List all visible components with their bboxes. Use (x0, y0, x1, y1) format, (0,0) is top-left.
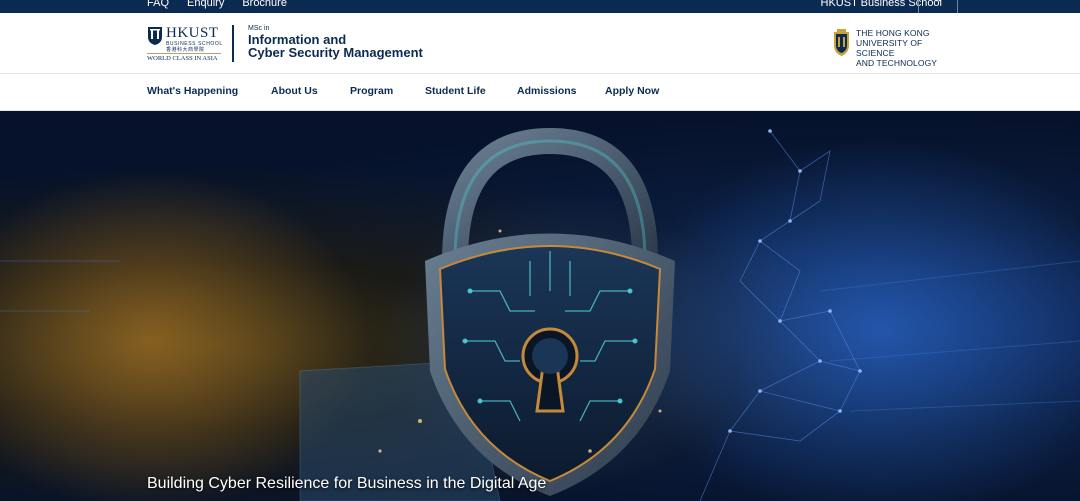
university-line1: THE HONG KONG (856, 28, 930, 38)
hkust-university-logo[interactable]: THE HONG KONG UNIVERSITY OF SCIENCE AND … (833, 28, 963, 68)
header-divider (232, 25, 234, 62)
nav-item-student-life[interactable]: Student Life (425, 85, 486, 97)
university-line3: AND TECHNOLOGY (856, 58, 938, 68)
hkust-business-school-logo[interactable]: HKUST BUSINESS SCHOOL 香港科大商學院 WORLD CLAS… (147, 25, 223, 63)
hero-tagline: Building Cyber Resilience for Business i… (147, 475, 547, 492)
enquiry-link[interactable]: Enquiry (187, 0, 224, 9)
logo-tagline: WORLD CLASS IN ASIA (147, 53, 221, 62)
program-title[interactable]: MSc in Information and Cyber Security Ma… (248, 24, 423, 59)
chevron-up-icon[interactable]: ⌃ (927, 0, 949, 10)
hero-banner: Building Cyber Resilience for Business i… (0, 111, 1080, 501)
utility-links: FAQ Enquiry Brochure (147, 0, 287, 9)
logo-name: HKUST (166, 25, 219, 41)
program-line2: Cyber Security Management (248, 45, 423, 60)
nav-item-admissions[interactable]: Admissions (517, 85, 577, 97)
university-line2: UNIVERSITY OF SCIENCE (856, 38, 923, 58)
nav-item-apply-now[interactable]: Apply Now (605, 85, 659, 97)
brochure-link[interactable]: Brochure (242, 0, 287, 9)
site-header: HKUST BUSINESS SCHOOL 香港科大商學院 WORLD CLAS… (0, 13, 1080, 74)
utility-bar: FAQ Enquiry Brochure HKUST Business Scho… (0, 0, 1080, 13)
main-nav: What's Happening About Us Program Studen… (0, 75, 1080, 111)
divider (957, 0, 958, 13)
shield-lock-icon (0, 127, 1080, 501)
crest-icon (148, 27, 162, 45)
faq-link[interactable]: FAQ (147, 0, 169, 9)
divider (918, 0, 919, 13)
university-name: THE HONG KONG UNIVERSITY OF SCIENCE AND … (856, 28, 963, 68)
nav-item-whats-happening[interactable]: What's Happening (147, 85, 238, 97)
logo-chinese: 香港科大商學院 (166, 47, 205, 53)
university-crest-icon (834, 29, 849, 56)
nav-item-about-us[interactable]: About Us (271, 85, 318, 97)
nav-item-program[interactable]: Program (350, 85, 393, 97)
